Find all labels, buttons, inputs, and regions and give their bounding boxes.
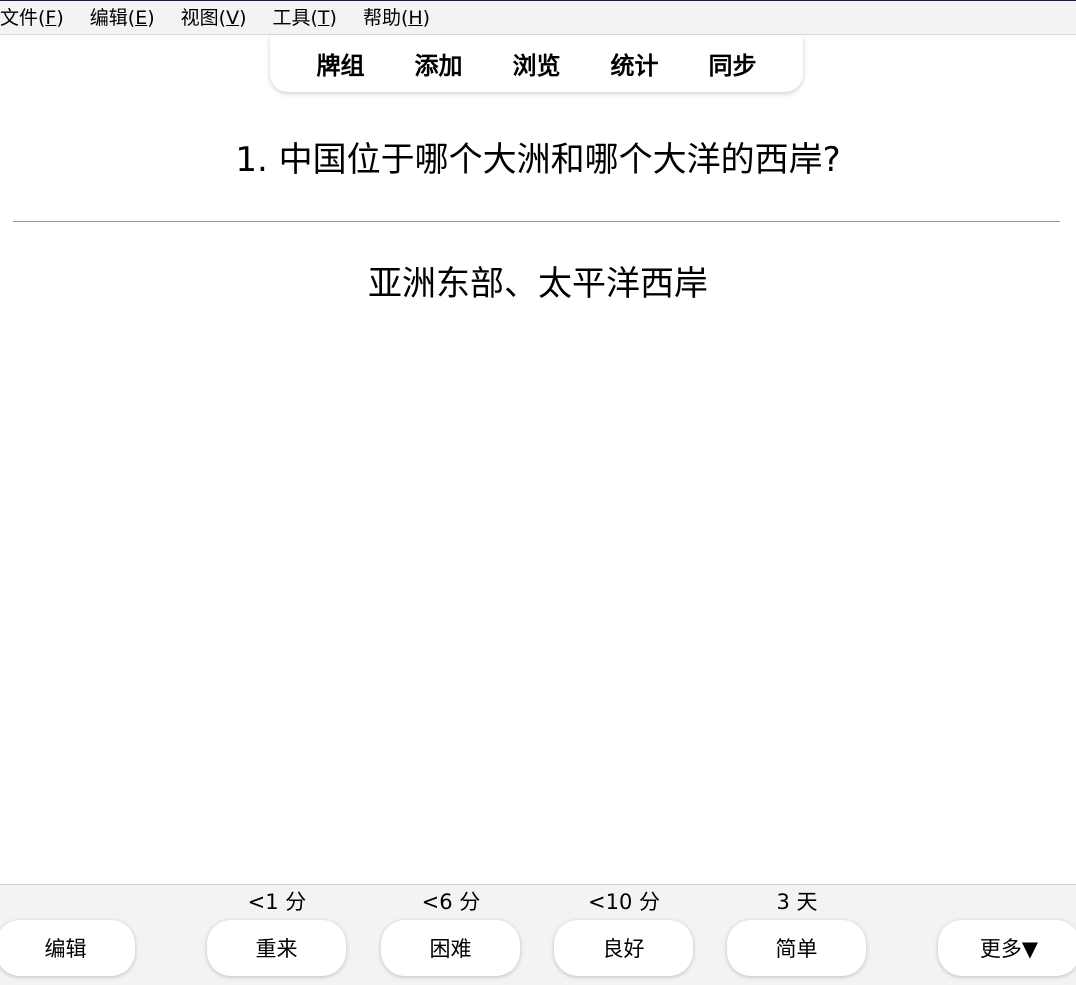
- card-answer: 亚洲东部、太平洋西岸: [368, 264, 708, 304]
- review-bottom-bar: 编辑 <1 分 重来 <6 分 困难 <10 分 良好 3 天 简单 更多▼: [0, 884, 1076, 985]
- menu-help[interactable]: 帮助(H): [363, 2, 430, 34]
- menu-edit[interactable]: 编辑(E): [90, 2, 155, 34]
- good-interval: <10 分: [588, 890, 660, 914]
- toolbar-browse[interactable]: 浏览: [513, 46, 561, 81]
- hard-button[interactable]: 困难: [381, 920, 520, 976]
- toolbar-stats[interactable]: 统计: [611, 46, 659, 81]
- good-button[interactable]: 良好: [554, 920, 693, 976]
- menu-view[interactable]: 视图(V): [181, 2, 247, 34]
- easy-button[interactable]: 简单: [727, 920, 866, 976]
- answer-divider: [13, 221, 1060, 222]
- anki-review-window: 文件(F) 编辑(E) 视图(V) 工具(T) 帮助(H) 牌组 添加 浏览 统…: [0, 0, 1076, 985]
- toolbar-sync[interactable]: 同步: [709, 46, 757, 81]
- card-question: 1. 中国位于哪个大洲和哪个大洋的西岸?: [235, 140, 841, 180]
- toolbar-decks[interactable]: 牌组: [317, 46, 365, 81]
- again-interval: <1 分: [247, 890, 307, 914]
- easy-interval: 3 天: [776, 890, 818, 914]
- main-toolbar: 牌组 添加 浏览 统计 同步: [270, 35, 803, 92]
- menu-bar: 文件(F) 编辑(E) 视图(V) 工具(T) 帮助(H): [0, 1, 1076, 35]
- toolbar-add[interactable]: 添加: [415, 46, 463, 81]
- more-button[interactable]: 更多▼: [938, 920, 1076, 976]
- again-button[interactable]: 重来: [207, 920, 346, 976]
- menu-file[interactable]: 文件(F): [0, 2, 64, 34]
- menu-tools[interactable]: 工具(T): [272, 2, 336, 34]
- edit-button[interactable]: 编辑: [0, 920, 135, 976]
- hard-interval: <6 分: [421, 890, 481, 914]
